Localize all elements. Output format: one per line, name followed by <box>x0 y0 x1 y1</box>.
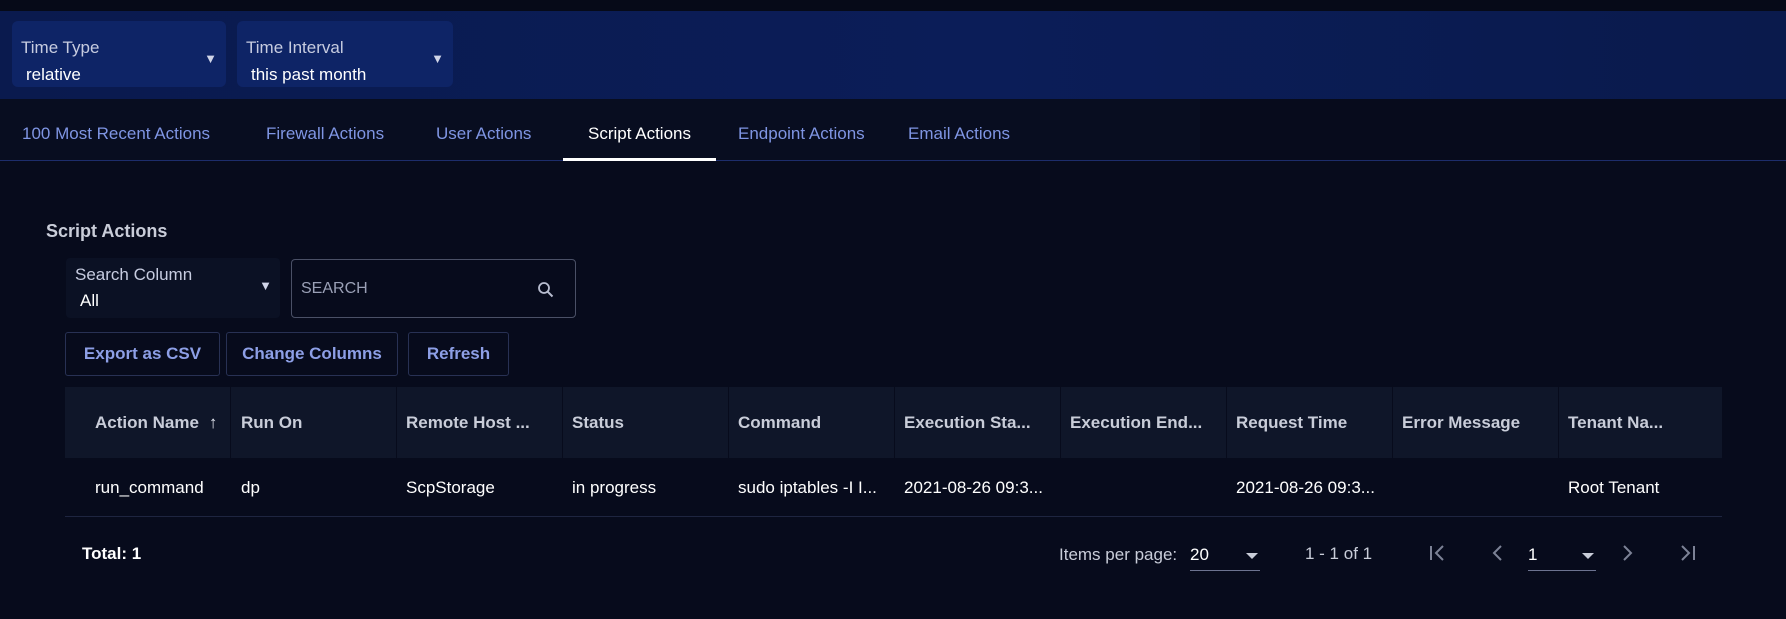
search-input[interactable] <box>301 276 521 302</box>
last-page-button[interactable] <box>1672 538 1702 568</box>
cell-tenant-name: Root Tenant <box>1568 478 1660 497</box>
total-count: Total: 1 <box>82 544 142 563</box>
dropdown-arrow-icon: ▼ <box>259 278 272 293</box>
action-tabs: 100 Most Recent Actions Firewall Actions… <box>0 99 1786 161</box>
dropdown-arrow-icon: ▼ <box>204 51 217 66</box>
refresh-button[interactable]: Refresh <box>408 332 509 376</box>
column-header-run-on[interactable]: Run On <box>231 387 397 458</box>
page-value: 1 <box>1528 545 1538 564</box>
table-footer: Total: 1 Items per page: 20 1 - 1 of 1 1 <box>0 516 1786 586</box>
table-row[interactable]: run_command dp ScpStorage in progress su… <box>65 458 1722 517</box>
tab-script-actions[interactable]: Script Actions <box>563 99 716 161</box>
previous-page-button[interactable] <box>1483 538 1513 568</box>
cell-execution-start: 2021-08-26 09:3... <box>904 478 1043 497</box>
sort-ascending-icon[interactable]: ↑ <box>209 413 218 432</box>
section-title: Script Actions <box>46 221 168 241</box>
cell-request-time: 2021-08-26 09:3... <box>1236 478 1375 497</box>
search-icon[interactable] <box>536 280 556 300</box>
search-column-label: Search Column <box>75 265 193 284</box>
caret-down-icon <box>1246 553 1258 559</box>
search-column-select[interactable]: Search Column All ▼ <box>66 258 280 318</box>
column-header-command[interactable]: Command <box>729 387 895 458</box>
column-header-error-message[interactable]: Error Message <box>1393 387 1559 458</box>
chevron-right-icon <box>1623 545 1633 561</box>
cell-action-name: run_command <box>95 478 204 497</box>
cell-remote-host: ScpStorage <box>406 478 495 497</box>
top-strip <box>0 0 1786 11</box>
column-header-request-time[interactable]: Request Time <box>1227 387 1393 458</box>
last-page-icon <box>1681 545 1695 561</box>
tab-user-actions[interactable]: User Actions <box>436 99 531 161</box>
first-page-button[interactable] <box>1423 538 1453 568</box>
page-select[interactable]: 1 <box>1528 539 1596 571</box>
caret-down-icon <box>1582 553 1594 559</box>
column-header-tenant-name[interactable]: Tenant Na... <box>1559 387 1722 458</box>
items-per-page-label: Items per page: <box>1059 545 1178 564</box>
search-column-value: All <box>80 291 99 310</box>
time-interval-select[interactable]: Time Interval this past month ▼ <box>237 21 453 87</box>
export-csv-button[interactable]: Export as CSV <box>65 332 220 376</box>
dropdown-arrow-icon: ▼ <box>431 51 444 66</box>
column-header-remote-host[interactable]: Remote Host ... <box>397 387 563 458</box>
filter-bar: Time Type relative ▼ Time Interval this … <box>0 11 1786 99</box>
cell-command: sudo iptables -I I... <box>738 478 877 497</box>
table-header: Action Name ↑ Run On Remote Host ... Stat… <box>65 387 1722 458</box>
time-interval-label: Time Interval <box>246 38 344 57</box>
cell-status: in progress <box>572 478 657 497</box>
time-interval-value: this past month <box>251 65 367 84</box>
time-type-label: Time Type <box>21 38 100 57</box>
time-type-value: relative <box>26 65 81 84</box>
change-columns-button[interactable]: Change Columns <box>226 332 398 376</box>
cell-run-on: dp <box>241 478 260 497</box>
tab-100-most-recent-actions[interactable]: 100 Most Recent Actions <box>22 99 210 161</box>
column-header-status[interactable]: Status <box>563 387 729 458</box>
column-header-execution-end[interactable]: Execution End... <box>1061 387 1227 458</box>
tab-firewall-actions[interactable]: Firewall Actions <box>266 99 384 161</box>
tab-email-actions[interactable]: Email Actions <box>908 99 1010 161</box>
time-type-select[interactable]: Time Type relative ▼ <box>12 21 226 87</box>
items-per-page-value: 20 <box>1190 545 1209 564</box>
tab-endpoint-actions[interactable]: Endpoint Actions <box>738 99 865 161</box>
items-per-page-select[interactable]: 20 <box>1190 539 1260 571</box>
cell-execution-end <box>1070 458 1222 517</box>
cell-error-message <box>1402 458 1554 517</box>
page-range: 1 - 1 of 1 <box>1305 544 1373 563</box>
column-header-action-name[interactable]: Action Name ↑ <box>65 387 231 458</box>
search-box <box>291 259 576 318</box>
column-header-execution-start[interactable]: Execution Sta... <box>895 387 1061 458</box>
chevron-left-icon <box>1492 545 1502 561</box>
next-page-button[interactable] <box>1612 538 1642 568</box>
first-page-icon <box>1430 545 1444 561</box>
